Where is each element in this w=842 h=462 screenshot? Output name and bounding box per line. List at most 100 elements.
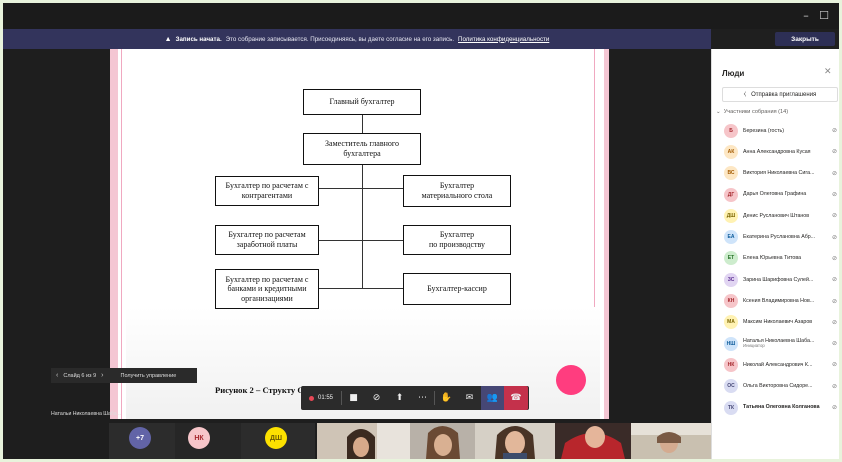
- participant-video[interactable]: [555, 423, 631, 459]
- org-box-payroll: Бухгалтер по расчетам заработной платы: [215, 225, 319, 255]
- people-panel: Люди ✕ ⧼ Отправка приглашения ⌄ Участник…: [711, 49, 839, 459]
- send-invitation-button[interactable]: ⧼ Отправка приглашения: [722, 87, 838, 102]
- avatar: ЕТ: [724, 251, 738, 266]
- member-name: Екатерина Руслановна Абр...: [743, 234, 815, 240]
- member-row[interactable]: ЕА Екатерина Руслановна Абр... ⊘: [712, 226, 839, 247]
- avatar: АК: [724, 144, 738, 159]
- member-row[interactable]: ЗС Зарина Шарифовна Сулей... ⊘: [712, 269, 839, 290]
- close-icon[interactable]: ✕: [824, 67, 832, 77]
- member-row[interactable]: АК Анна Александровна Кусая ⊘: [712, 141, 839, 162]
- chevron-down-icon: ⌄: [716, 109, 721, 115]
- participant-tile[interactable]: ДШ: [241, 423, 315, 459]
- member-name-text: Виктория Николаевна Сига...: [743, 170, 815, 177]
- mic-off-icon: ⊘: [832, 148, 838, 156]
- share-screen-icon[interactable]: ⬆: [388, 386, 411, 410]
- take-control-button[interactable]: Получить управление: [121, 373, 177, 379]
- member-row[interactable]: МА Максим Николаевич Азаров ⊘: [712, 312, 839, 333]
- mic-off-icon: ⊘: [832, 191, 838, 199]
- member-name: Елена Юрьевна Титова: [743, 255, 801, 261]
- avatar: ЗС: [724, 272, 738, 287]
- more-actions-icon[interactable]: ⋯: [411, 386, 434, 410]
- member-name-text: Николай Александрович К...: [743, 361, 813, 368]
- title-bar: – ☐: [3, 3, 839, 29]
- org-box-deputy: Заместитель главного бухгалтера: [303, 133, 421, 165]
- raise-hand-icon[interactable]: ✋: [435, 386, 458, 410]
- participant-tile[interactable]: НК: [175, 423, 241, 459]
- mic-off-icon: ⊘: [832, 212, 838, 220]
- maximize-icon[interactable]: ☐: [817, 9, 831, 22]
- mic-off-icon: ⊘: [832, 233, 838, 241]
- hang-up-icon[interactable]: ☎: [504, 386, 528, 410]
- member-name-text: Денис Русланович Штанов: [743, 212, 810, 219]
- mic-off-icon: ⊘: [832, 297, 838, 305]
- member-name: Наталья Николаевна Шаба... Инициатор: [743, 338, 814, 349]
- participant-video[interactable]: [317, 423, 410, 459]
- member-row[interactable]: Б Березина (гость) ⊘: [712, 120, 839, 141]
- avatar: ДШ: [724, 208, 738, 223]
- member-name-text: Анна Александровна Кусая: [743, 148, 811, 155]
- teams-window: – ☐ ▲ Запись начата. Это собрание записы…: [3, 3, 839, 459]
- slide-navigation: ‹ Слайд 6 из 9 › Получить управление: [51, 368, 197, 383]
- member-row[interactable]: ВС Виктория Николаевна Сига... ⊘: [712, 163, 839, 184]
- org-box-production: Бухгалтер по производству: [403, 225, 511, 255]
- member-name: Березина (гость): [743, 128, 784, 134]
- member-row[interactable]: ЕТ Елена Юрьевна Титова ⊘: [712, 248, 839, 269]
- avatar: ТК: [724, 400, 738, 415]
- connector-line: [308, 240, 406, 241]
- member-name-text: Березина (гость): [743, 127, 785, 134]
- recording-banner: ▲ Запись начата. Это собрание записывает…: [3, 29, 711, 49]
- presenter-name: Натальи Николаевна Шаба...: [51, 411, 121, 417]
- mic-off-icon: ⊘: [832, 382, 838, 390]
- participant-video[interactable]: [475, 423, 555, 459]
- minimize-icon[interactable]: –: [799, 9, 813, 22]
- member-name: Максим Николаевич Азаров: [743, 319, 812, 325]
- participant-video[interactable]: [631, 423, 711, 459]
- mic-off-icon[interactable]: ⊘: [365, 386, 388, 410]
- mic-off-icon: ⊘: [832, 340, 838, 348]
- warning-icon: ▲: [164, 35, 172, 43]
- member-name: Зарина Шарифовна Сулей...: [743, 277, 813, 283]
- avatar: Б: [724, 123, 738, 138]
- org-box-chief: Главный бухгалтер: [303, 89, 421, 115]
- member-row[interactable]: НШ Наталья Николаевна Шаба... Инициатор ⊘: [712, 333, 839, 354]
- member-row[interactable]: КН Ксения Владимировна Нов... ⊘: [712, 290, 839, 311]
- member-row[interactable]: НК Николай Александрович К... ⊘: [712, 354, 839, 375]
- member-name-text: Зарина Шарифовна Сулей...: [743, 276, 814, 283]
- meeting-stage: Главный бухгалтер Заместитель главного б…: [3, 49, 711, 432]
- share-icon: ⧼: [743, 90, 747, 98]
- participant-tile[interactable]: +7: [109, 423, 175, 459]
- mic-off-icon: ⊘: [832, 127, 838, 135]
- connector-line: [308, 188, 406, 189]
- chat-icon[interactable]: ✉: [458, 386, 481, 410]
- person-video-icon: [317, 423, 410, 459]
- members-header[interactable]: ⌄ Участники собрания (14): [716, 109, 788, 115]
- person-video-icon: [475, 423, 555, 459]
- participant-video[interactable]: [410, 423, 475, 459]
- avatar: НК: [724, 357, 738, 372]
- participant-gallery: +7 НК ДШ: [3, 419, 711, 459]
- privacy-policy-link[interactable]: Политика конфиденциальности: [458, 36, 549, 43]
- member-name-text: Татьяна Олеговна Колганова: [743, 404, 820, 411]
- connector-line: [308, 288, 406, 289]
- member-row[interactable]: ТК Татьяна Олеговна Колганова ⊘: [712, 397, 839, 418]
- mic-off-icon: ⊘: [832, 169, 838, 177]
- person-video-icon: [555, 423, 631, 459]
- member-row[interactable]: ОС Ольга Викторовна Сидоре... ⊘: [712, 376, 839, 397]
- avatar: МА: [724, 315, 738, 330]
- org-box-banks: Бухгалтер по расчетам с банками и кредит…: [215, 269, 319, 309]
- close-banner-button[interactable]: Закрыть: [775, 32, 835, 46]
- avatar: ЕА: [724, 230, 738, 245]
- mic-off-icon: ⊘: [832, 276, 838, 284]
- more-participants-avatar: +7: [129, 427, 151, 449]
- member-row[interactable]: ДШ Денис Русланович Штанов ⊘: [712, 205, 839, 226]
- member-row[interactable]: ДГ Дарья Олеговна Графина ⊘: [712, 184, 839, 205]
- next-slide-button[interactable]: ›: [96, 372, 108, 379]
- people-icon[interactable]: 👥: [481, 386, 504, 410]
- prev-slide-button[interactable]: ‹: [51, 372, 63, 379]
- slide-bottom-shade: [126, 307, 600, 432]
- avatar: ОС: [724, 379, 738, 394]
- avatar: ВС: [724, 166, 738, 181]
- member-name-text: Дарья Олеговна Графина: [743, 191, 807, 198]
- camera-icon[interactable]: ■: [342, 386, 365, 410]
- member-name: Татьяна Олеговна Колганова: [743, 404, 820, 410]
